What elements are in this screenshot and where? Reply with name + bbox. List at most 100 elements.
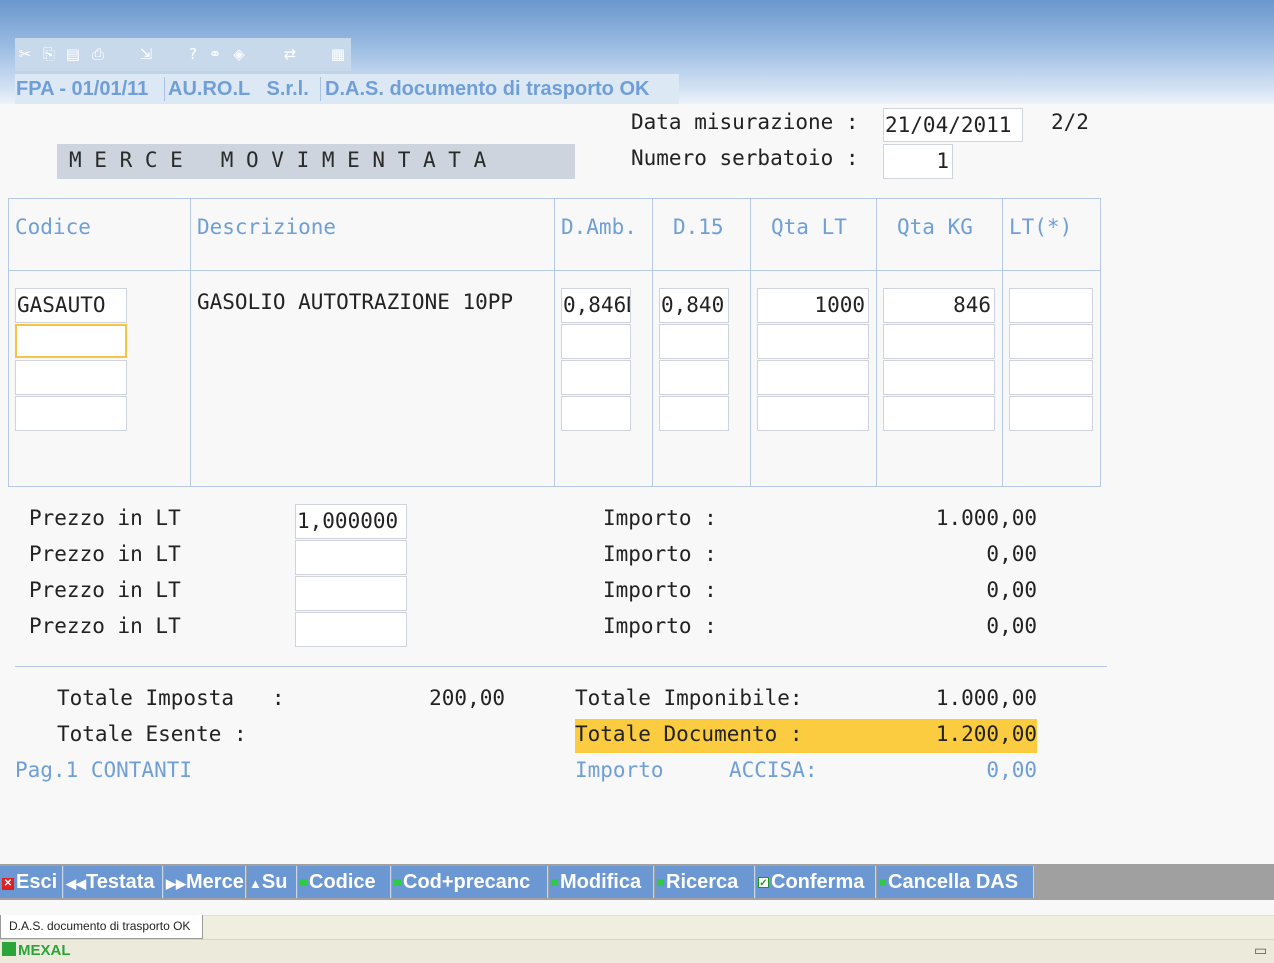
lt-field[interactable] xyxy=(1009,396,1093,431)
green-dot-icon xyxy=(394,879,401,886)
totale-imponibile-label: Totale Imponibile: xyxy=(575,686,803,710)
testata-button[interactable]: ◀◀Testata xyxy=(64,866,163,898)
modifica-button[interactable]: Modifica xyxy=(549,866,654,898)
damb-field[interactable] xyxy=(561,324,631,359)
page-indicator: 2/2 xyxy=(1051,110,1089,134)
numero-serbatoio-field[interactable]: 1 xyxy=(883,144,953,179)
totale-documento-value: 1.200,00 xyxy=(935,722,1037,746)
column-header-descrizione: Descrizione xyxy=(197,215,337,239)
codice-field[interactable] xyxy=(15,396,127,431)
package-icon[interactable]: ◈ xyxy=(229,38,249,71)
column-header-d15: D.15 xyxy=(673,215,724,239)
qta-kg-field[interactable]: 846 xyxy=(883,288,995,323)
codice-field[interactable] xyxy=(15,360,127,395)
codice-button[interactable]: Codice xyxy=(298,866,391,898)
esci-button[interactable]: ✕ Esci xyxy=(0,866,63,898)
su-button[interactable]: ▲Su xyxy=(247,866,297,898)
damb-field[interactable] xyxy=(561,396,631,431)
section-title: M E R C E M O V I M E N T A T A xyxy=(57,144,575,179)
qta-kg-field[interactable] xyxy=(883,396,995,431)
copy-icon[interactable]: ⎘ xyxy=(39,38,59,71)
damb-field[interactable] xyxy=(561,360,631,395)
header-company-code: FPA - 01/01/11 xyxy=(16,78,149,100)
calculator-icon[interactable]: ▦ xyxy=(327,38,349,71)
lt-field[interactable] xyxy=(1009,288,1093,323)
descrizione-text: GASOLIO AUTOTRAZIONE 10PP xyxy=(197,290,514,314)
d15-field[interactable] xyxy=(659,396,729,431)
pagamento-label: Pag.1 CONTANTI xyxy=(15,758,193,782)
prezzo-label: Prezzo in LT xyxy=(29,542,181,566)
mexal-logo-icon xyxy=(2,942,16,956)
qta-kg-field[interactable] xyxy=(883,324,995,359)
qta-kg-field[interactable] xyxy=(883,360,995,395)
help-icon[interactable]: ? xyxy=(185,38,201,71)
importo-value: 0,00 xyxy=(986,614,1037,638)
qta-lt-field[interactable] xyxy=(757,396,869,431)
totale-esente-label: Totale Esente : xyxy=(57,722,247,746)
data-misurazione-label: Data misurazione : xyxy=(631,110,859,134)
lt-field[interactable] xyxy=(1009,360,1093,395)
damb-field[interactable]: 0,846D xyxy=(561,288,631,323)
d15-field[interactable]: 0,840 xyxy=(659,288,729,323)
codice-field-focused[interactable] xyxy=(15,324,127,358)
header-breadcrumb: FPA - 01/01/11 AU.RO.L S.r.l. D.A.S. doc… xyxy=(15,74,679,104)
accisa-value: 0,00 xyxy=(986,758,1037,782)
accisa-label: ACCISA: xyxy=(729,758,818,782)
d15-field[interactable] xyxy=(659,360,729,395)
header-separator xyxy=(320,77,321,101)
app-name: MEXAL xyxy=(2,941,71,961)
column-header-qta-lt: Qta LT xyxy=(771,215,847,239)
d15-field[interactable] xyxy=(659,324,729,359)
importo-label: Importo : xyxy=(603,614,717,638)
column-header-lt: LT(*) xyxy=(1009,215,1073,239)
conferma-button[interactable]: ✓ Conferma xyxy=(756,866,876,898)
qta-lt-field[interactable] xyxy=(757,360,869,395)
close-icon: ✕ xyxy=(2,878,14,890)
green-dot-icon xyxy=(300,879,307,886)
transfer-icon[interactable]: ⇄ xyxy=(279,38,301,71)
column-header-damb: D.Amb. xyxy=(561,215,637,239)
cod-precanc-button[interactable]: Cod+precanc xyxy=(392,866,548,898)
prezzo-field[interactable] xyxy=(295,576,407,611)
window-tab[interactable]: D.A.S. documento di trasporto OK xyxy=(0,915,203,939)
merce-button[interactable]: ▶▶Merce xyxy=(164,866,246,898)
importo-value: 1.000,00 xyxy=(935,506,1037,530)
prezzo-label: Prezzo in LT xyxy=(29,614,181,638)
export-icon[interactable]: ⇲ xyxy=(135,38,157,71)
importo-label: Importo : xyxy=(603,578,717,602)
column-header-qta-kg: Qta KG xyxy=(897,215,973,239)
qta-lt-field[interactable] xyxy=(757,324,869,359)
importo-value: 0,00 xyxy=(986,578,1037,602)
header-company-name: AU.RO.L S.r.l. xyxy=(168,78,309,100)
header-document-title: D.A.S. documento di trasporto OK xyxy=(325,78,650,100)
monitor-icon[interactable]: ▭ xyxy=(1254,943,1270,959)
importo-value: 0,00 xyxy=(986,542,1037,566)
toolbar: ✂ ⎘ ▤ ⎙ ⇲ ? ⚭ ◈ ⇄ ▦ xyxy=(15,38,351,71)
data-misurazione-field[interactable]: 21/04/2011 xyxy=(883,108,1023,142)
prezzo-field[interactable] xyxy=(295,612,407,647)
accisa-importo-label: Importo xyxy=(575,758,664,782)
function-key-bar: ✕ Esci ◀◀Testata ▶▶Merce ▲Su Codice Cod+p… xyxy=(0,864,1274,900)
lt-field[interactable] xyxy=(1009,324,1093,359)
divider xyxy=(15,666,1107,667)
scissors-icon[interactable]: ✂ xyxy=(15,38,35,71)
codice-field[interactable]: GASAUTO xyxy=(15,288,127,323)
header-separator xyxy=(164,77,165,101)
ricerca-button[interactable]: Ricerca xyxy=(655,866,755,898)
prezzo-label: Prezzo in LT xyxy=(29,506,181,530)
green-dot-icon xyxy=(551,879,558,886)
double-left-arrow-icon: ◀◀ xyxy=(66,876,86,891)
green-dot-icon xyxy=(879,879,886,886)
column-header-codice: Codice xyxy=(15,215,91,239)
link-icon[interactable]: ⚭ xyxy=(205,38,225,71)
prezzo-label: Prezzo in LT xyxy=(29,578,181,602)
up-arrow-icon: ▲ xyxy=(249,876,262,891)
totale-documento-label: Totale Documento : xyxy=(575,722,803,746)
qta-lt-field[interactable]: 1000 xyxy=(757,288,869,323)
double-right-arrow-icon: ▶▶ xyxy=(166,876,186,891)
print-icon[interactable]: ⎙ xyxy=(87,38,109,71)
paste-icon[interactable]: ▤ xyxy=(63,38,83,71)
prezzo-field[interactable] xyxy=(295,540,407,575)
prezzo-field[interactable]: 1,000000 xyxy=(295,504,407,539)
cancella-das-button[interactable]: Cancella DAS xyxy=(877,866,1034,898)
